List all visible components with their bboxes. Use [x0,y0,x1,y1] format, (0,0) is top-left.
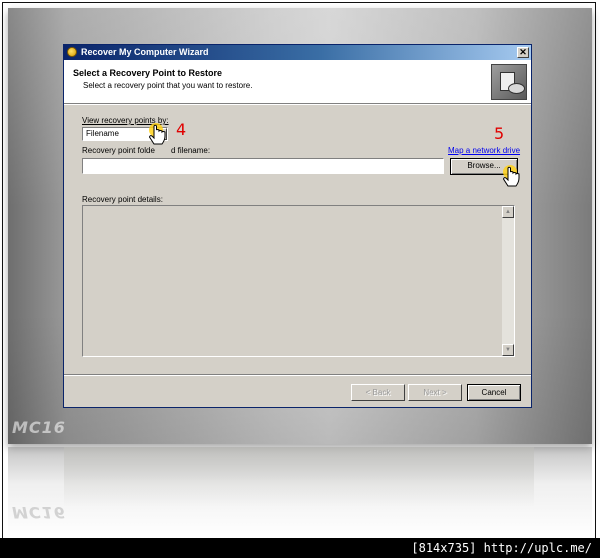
wizard-window: Recover My Computer Wizard ✕ Select a Re… [63,44,532,408]
watermark-reflection: MC16 [12,503,66,522]
window-title: Recover My Computer Wizard [81,47,209,57]
window-reflection [8,447,592,539]
app-icon [67,47,77,57]
scroll-down-icon[interactable]: ▼ [502,344,514,356]
recovery-disk-icon [491,64,527,100]
header-subtitle: Select a recovery point that you want to… [83,81,253,90]
map-network-drive-link[interactable]: Map a network drive [448,146,520,155]
header-divider [64,104,531,105]
details-label: Recovery point details: [82,195,163,204]
folder-label-part2: d filename: [170,146,211,155]
folder-label-part1: Recovery point folde [82,146,155,155]
header-title: Select a Recovery Point to Restore [73,68,223,78]
details-scrollbar[interactable]: ▲ ▼ [502,206,514,356]
back-button[interactable]: < Back [351,384,405,401]
footer-divider-highlight [64,375,531,376]
recovery-path-input[interactable] [82,158,444,174]
hand-cursor-icon [502,165,520,187]
disk-icon [508,83,525,94]
step-4-label: 4 [176,120,187,139]
close-button[interactable]: ✕ [517,47,529,58]
hand-cursor-icon [148,123,166,145]
wizard-header: Select a Recovery Point to Restore Selec… [64,60,531,104]
watermark: MC16 [12,418,66,437]
step-5-label: 5 [494,124,505,143]
recovery-details-box: ▲ ▼ [82,205,515,357]
next-button[interactable]: Next > [408,384,462,401]
reflection-window-ghost [64,447,534,507]
title-bar[interactable]: Recover My Computer Wizard ✕ [64,45,531,60]
scroll-up-icon[interactable]: ▲ [502,206,514,218]
cancel-button[interactable]: Cancel [467,384,521,401]
image-caption: [814x735] http://uplc.me/ [0,538,600,558]
view-by-value: Filename [86,129,119,138]
